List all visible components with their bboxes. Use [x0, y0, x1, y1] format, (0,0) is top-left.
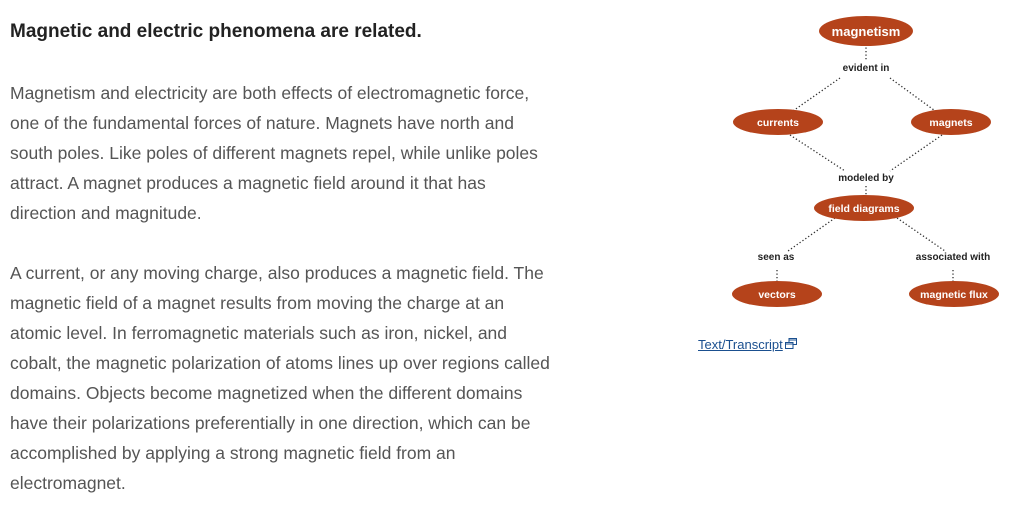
node-vectors-label: vectors — [758, 289, 796, 301]
node-magnetic-flux: magnetic flux — [909, 281, 999, 307]
connector-currents-modeled — [789, 134, 846, 172]
node-magnetism: magnetism — [819, 16, 913, 46]
node-magnets-label: magnets — [929, 117, 972, 129]
node-field-diagrams-label: field diagrams — [828, 203, 899, 215]
connector-field-associated — [896, 217, 946, 252]
node-currents: currents — [733, 109, 823, 135]
paragraph-1: Magnetism and electricity are both effec… — [10, 83, 538, 223]
node-magnetic-flux-label: magnetic flux — [920, 289, 988, 301]
node-vectors: vectors — [732, 281, 822, 307]
concept-map: magnetism currents magnets field diagram… — [732, 16, 999, 307]
link-label-seen-as: seen as — [758, 252, 795, 263]
external-window-icon — [784, 337, 797, 352]
text-transcript-link[interactable]: Text/Transcript — [698, 337, 797, 352]
connector-field-seen — [787, 217, 836, 252]
node-magnetism-label: magnetism — [832, 24, 901, 39]
link-label-associated-with: associated with — [916, 252, 990, 263]
paragraph-2: A current, or any moving charge, also pr… — [10, 263, 550, 493]
text-transcript-label: Text/Transcript — [698, 337, 783, 352]
connector-evident-magnets — [889, 77, 939, 114]
link-label-modeled-by: modeled by — [838, 173, 894, 184]
node-currents-label: currents — [757, 117, 799, 129]
link-label-evident-in: evident in — [843, 63, 890, 74]
section-heading: Magnetic and electric phenomena are rela… — [10, 21, 422, 42]
connector-magnets-modeled — [889, 134, 943, 172]
node-field-diagrams: field diagrams — [814, 195, 914, 221]
node-magnets: magnets — [911, 109, 991, 135]
connector-evident-currents — [789, 77, 841, 114]
